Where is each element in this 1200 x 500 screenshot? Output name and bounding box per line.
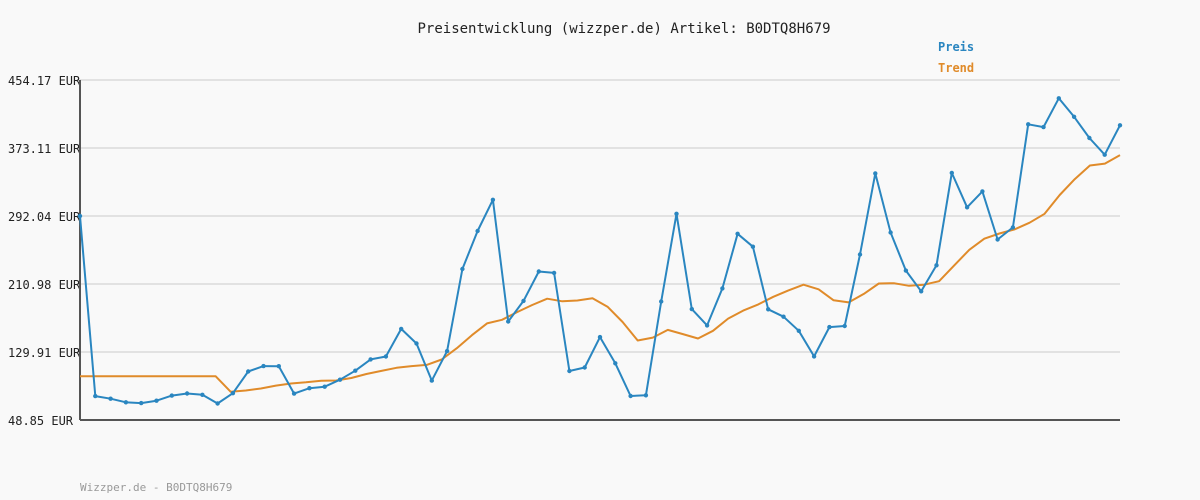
preis-point [322, 384, 327, 389]
preis-point [659, 299, 664, 304]
preis-point [444, 348, 450, 354]
chart-title: Preisentwicklung (wizzper.de) Artikel: B… [417, 21, 830, 37]
preis-point [919, 289, 924, 294]
preis-point [200, 392, 205, 397]
preis-point [674, 211, 679, 216]
preis-point [139, 400, 144, 406]
preis-point [169, 393, 174, 398]
preis-point [291, 391, 297, 396]
preis-point [1102, 152, 1107, 157]
preis-point [551, 270, 557, 276]
preis-point [934, 263, 939, 268]
preis-point [1071, 114, 1077, 120]
preis-point [261, 363, 266, 369]
preis-point [353, 368, 358, 373]
preis-point [246, 369, 251, 374]
y-tick-label: 210.98 EUR [8, 278, 81, 292]
preis-point [460, 266, 465, 272]
preis-point [77, 213, 83, 219]
preis-point [888, 230, 893, 235]
preis-point [154, 398, 159, 403]
preis-point [613, 361, 618, 366]
legend-preis: Preis [938, 40, 974, 54]
preis-point [827, 324, 832, 330]
preis-point [628, 393, 633, 399]
preis-point [1117, 123, 1123, 128]
preis-point [949, 170, 954, 176]
preis-point [230, 391, 236, 396]
preis-point [307, 386, 312, 391]
preis-point [873, 171, 878, 176]
preis-point [276, 364, 281, 369]
preis-point [475, 228, 480, 234]
preis-point [1010, 225, 1016, 230]
preis-point [597, 334, 603, 340]
preis-point [689, 306, 694, 312]
preis-point [337, 377, 343, 382]
preis-point [964, 205, 970, 210]
preis-point [215, 401, 220, 406]
preis-point [567, 368, 572, 374]
preis-point [781, 314, 786, 319]
y-tick-label: 48.85 EUR [8, 414, 74, 428]
preis-point [1087, 135, 1092, 141]
preis-line [79, 97, 1121, 405]
preis-point [811, 354, 817, 359]
preis-point [766, 307, 771, 312]
grid-lines [80, 79, 1120, 421]
series-group [77, 96, 1123, 406]
preis-point [93, 393, 98, 399]
preis-point [429, 378, 434, 383]
preis-point [857, 252, 863, 257]
preis-point [1056, 96, 1062, 101]
preis-point [1026, 122, 1031, 127]
preis-point [108, 396, 113, 401]
trend-line [80, 154, 1121, 393]
preis-point [368, 357, 373, 362]
preis-point [903, 268, 909, 273]
preis-point [750, 244, 756, 249]
preis-point [399, 326, 404, 332]
y-axis-ticks: 454.17 EUR 373.11 EUR 292.04 EUR 210.98 … [8, 74, 81, 428]
preis-point [735, 231, 740, 236]
preis-point [490, 197, 496, 202]
preis-point [1041, 124, 1046, 130]
price-chart: Preisentwicklung (wizzper.de) Artikel: B… [8, 21, 1123, 494]
preis-point [582, 365, 587, 370]
preis-point [796, 328, 801, 333]
preis-point [536, 269, 541, 274]
preis-point [414, 341, 419, 346]
legend-trend: Trend [938, 61, 974, 75]
y-tick-label: 292.04 EUR [8, 210, 81, 224]
preis-point [995, 237, 1000, 242]
y-tick-label: 373.11 EUR [8, 142, 81, 156]
preis-point [704, 323, 710, 328]
chart-footer: Wizzper.de - B0DTQ8H679 [80, 481, 232, 494]
preis-point [521, 298, 526, 304]
preis-point [123, 400, 129, 405]
preis-point [720, 286, 725, 291]
preis-point [643, 393, 649, 398]
preis-point [184, 391, 190, 396]
preis-point [506, 319, 511, 324]
y-tick-label: 454.17 EUR [8, 74, 81, 88]
preis-point [383, 354, 389, 359]
y-tick-label: 129.91 EUR [8, 346, 81, 360]
preis-point [980, 189, 985, 194]
preis-point [842, 323, 847, 329]
